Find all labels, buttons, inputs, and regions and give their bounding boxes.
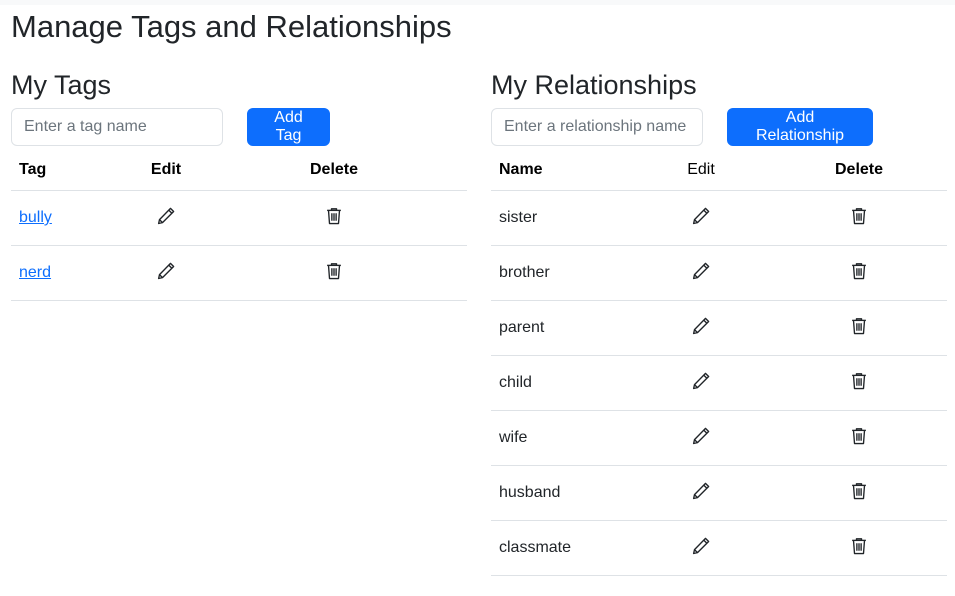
relationship-name: wife <box>491 410 631 466</box>
tags-table: Tag Edit Delete bully nerd <box>11 150 467 301</box>
table-row: child <box>491 355 947 411</box>
pencil-icon[interactable] <box>691 536 711 556</box>
tags-col-edit: Edit <box>131 150 201 191</box>
relationship-name-input[interactable] <box>491 108 703 146</box>
relationship-name: brother <box>491 245 631 301</box>
table-row: classmate <box>491 520 947 576</box>
page-title: Manage Tags and Relationships <box>11 9 452 44</box>
relationship-name: husband <box>491 465 631 521</box>
tags-section: My Tags Add Tag Tag Edit Delete bully ne… <box>11 68 467 301</box>
trash-icon[interactable] <box>324 261 344 281</box>
relationships-col-name: Name <box>491 150 631 191</box>
top-strip <box>0 0 955 5</box>
add-tag-form: Add Tag <box>11 108 467 146</box>
relationship-name: child <box>491 355 631 411</box>
relationships-col-delete: Delete <box>771 150 947 191</box>
pencil-icon[interactable] <box>691 481 711 501</box>
pencil-icon[interactable] <box>691 316 711 336</box>
trash-icon[interactable] <box>324 206 344 226</box>
table-row: bully <box>11 190 467 246</box>
table-row: husband <box>491 465 947 521</box>
pencil-icon[interactable] <box>691 426 711 446</box>
trash-icon[interactable] <box>849 261 869 281</box>
tags-col-tag: Tag <box>11 150 131 191</box>
tags-col-delete: Delete <box>201 150 467 191</box>
table-row: parent <box>491 300 947 356</box>
table-row: brother <box>491 245 947 301</box>
pencil-icon[interactable] <box>691 261 711 281</box>
trash-icon[interactable] <box>849 426 869 446</box>
pencil-icon[interactable] <box>691 371 711 391</box>
add-relationship-button[interactable]: Add Relationship <box>727 108 873 146</box>
trash-icon[interactable] <box>849 481 869 501</box>
relationship-name: sister <box>491 190 631 246</box>
trash-icon[interactable] <box>849 371 869 391</box>
tag-name-input[interactable] <box>11 108 223 146</box>
relationships-section: My Relationships Add Relationship Name E… <box>491 68 947 576</box>
table-row: wife <box>491 410 947 466</box>
relationships-col-edit: Edit <box>631 150 771 191</box>
add-relationship-form: Add Relationship <box>491 108 947 146</box>
relationships-table: Name Edit Delete sister brother parent c… <box>491 150 947 576</box>
tags-table-header: Tag Edit Delete <box>11 150 467 191</box>
pencil-icon[interactable] <box>156 261 176 281</box>
add-tag-button[interactable]: Add Tag <box>247 108 330 146</box>
relationship-name: parent <box>491 300 631 356</box>
relationship-name: classmate <box>491 520 631 576</box>
trash-icon[interactable] <box>849 536 869 556</box>
trash-icon[interactable] <box>849 316 869 336</box>
trash-icon[interactable] <box>849 206 869 226</box>
relationships-heading: My Relationships <box>491 70 697 100</box>
table-row: sister <box>491 190 947 246</box>
tag-link-nerd[interactable]: nerd <box>19 264 51 281</box>
tag-link-bully[interactable]: bully <box>19 209 52 226</box>
tags-heading: My Tags <box>11 70 112 100</box>
pencil-icon[interactable] <box>691 206 711 226</box>
pencil-icon[interactable] <box>156 206 176 226</box>
table-row: nerd <box>11 245 467 301</box>
relationships-table-header: Name Edit Delete <box>491 150 947 191</box>
